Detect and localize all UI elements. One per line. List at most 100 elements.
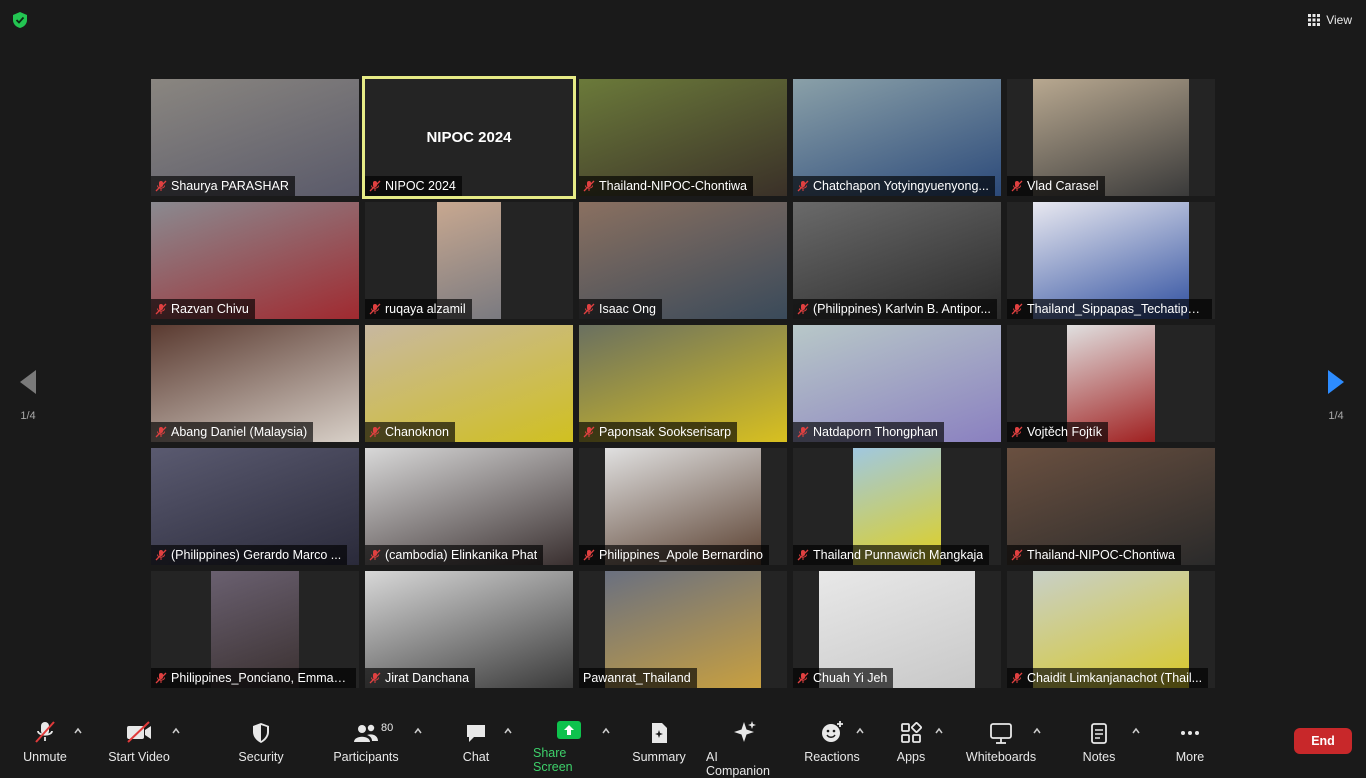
apps-button[interactable]: Apps bbox=[895, 720, 927, 764]
ai-companion-button[interactable]: AI Companion bbox=[706, 720, 784, 778]
participant-name-label: Chuah Yi Jeh bbox=[793, 668, 894, 688]
participant-tile[interactable]: Chatchapon Yotyingyuenyong... bbox=[793, 79, 1001, 196]
participant-name-label: Chaidit Limkanjanachot (Thail... bbox=[1007, 668, 1209, 688]
participant-name: Thailand Punnawich Mangkaja bbox=[813, 548, 984, 562]
participant-name-label: Abang Daniel (Malaysia) bbox=[151, 422, 314, 442]
whiteboard-icon bbox=[990, 723, 1012, 744]
summary-document-icon bbox=[652, 723, 667, 743]
mic-muted-icon bbox=[797, 549, 809, 561]
view-button[interactable]: View bbox=[1308, 10, 1352, 30]
next-page-button[interactable]: 1/4 bbox=[1326, 368, 1346, 422]
notes-options-caret-icon[interactable] bbox=[1131, 726, 1141, 736]
mic-muted-icon bbox=[155, 303, 167, 315]
participant-tile[interactable]: (Philippines) Karlvin B. Antipor... bbox=[793, 202, 1001, 319]
mic-muted-icon bbox=[155, 549, 167, 561]
more-button[interactable]: More bbox=[1174, 720, 1206, 764]
participant-name: Razvan Chivu bbox=[171, 302, 249, 316]
participant-name: (cambodia) Elinkanika Phat bbox=[385, 548, 538, 562]
mic-muted-icon bbox=[583, 426, 595, 438]
participant-tile[interactable]: Thailand-NIPOC-Chontiwa bbox=[1007, 448, 1215, 565]
chat-options-caret-icon[interactable] bbox=[503, 726, 513, 736]
participant-tile[interactable]: Thailand_Sippapas_Techatipak... bbox=[1007, 202, 1215, 319]
previous-page-button[interactable]: 1/4 bbox=[18, 368, 38, 422]
mic-muted-icon bbox=[369, 303, 381, 315]
more-dots-icon bbox=[1181, 731, 1199, 735]
end-meeting-button[interactable]: End bbox=[1294, 728, 1352, 754]
ai-companion-label: AI Companion bbox=[706, 750, 770, 778]
participant-tile[interactable]: Philippines_Apole Bernardino bbox=[579, 448, 787, 565]
mic-muted-icon bbox=[797, 303, 809, 315]
microphone-muted-icon bbox=[35, 721, 55, 743]
participant-tile[interactable]: Philippines_Ponciano, Emman... bbox=[151, 571, 359, 688]
participant-tile[interactable]: (cambodia) Elinkanika Phat bbox=[365, 448, 573, 565]
participant-name: Paponsak Sookserisarp bbox=[599, 425, 732, 439]
apps-options-caret-icon[interactable] bbox=[934, 726, 944, 736]
participant-name: ruqaya alzamil bbox=[385, 302, 466, 316]
participant-tile[interactable]: Natdaporn Thongphan bbox=[793, 325, 1001, 442]
participant-name-label: Philippines_Apole Bernardino bbox=[579, 545, 770, 565]
mic-muted-icon bbox=[797, 426, 809, 438]
participant-tile[interactable]: (Philippines) Gerardo Marco ... bbox=[151, 448, 359, 565]
participant-tile[interactable]: Chaidit Limkanjanachot (Thail... bbox=[1007, 571, 1215, 688]
participants-icon bbox=[354, 724, 378, 742]
participant-tile[interactable]: Thailand Punnawich Mangkaja bbox=[793, 448, 1001, 565]
encryption-shield-icon[interactable] bbox=[11, 11, 29, 29]
start-video-button[interactable]: Start Video bbox=[108, 720, 170, 764]
participant-tile[interactable]: Thailand-NIPOC-Chontiwa bbox=[579, 79, 787, 196]
mic-muted-icon bbox=[1011, 180, 1023, 192]
share-options-caret-icon[interactable] bbox=[601, 726, 611, 736]
participant-tile[interactable]: Isaac Ong bbox=[579, 202, 787, 319]
unmute-button[interactable]: Unmute bbox=[22, 720, 68, 764]
participant-name-label: ruqaya alzamil bbox=[365, 299, 472, 319]
participant-tile[interactable]: Vlad Carasel bbox=[1007, 79, 1215, 196]
participant-name: Philippines_Apole Bernardino bbox=[599, 548, 764, 562]
chat-button[interactable]: Chat bbox=[460, 720, 492, 764]
participant-tile[interactable]: ruqaya alzamil bbox=[365, 202, 573, 319]
page-indicator-left: 1/4 bbox=[20, 410, 36, 422]
participants-label: Participants bbox=[333, 750, 399, 764]
participant-name-label: Vojtěch Fojtík bbox=[1007, 422, 1109, 442]
ai-sparkle-icon bbox=[734, 721, 756, 742]
participant-tile[interactable]: Chanoknon bbox=[365, 325, 573, 442]
mic-muted-icon bbox=[369, 672, 381, 684]
start-video-label: Start Video bbox=[108, 750, 170, 764]
notes-button[interactable]: Notes bbox=[1082, 720, 1116, 764]
participant-name-label: Paponsak Sookserisarp bbox=[579, 422, 738, 442]
participant-tile[interactable]: Paponsak Sookserisarp bbox=[579, 325, 787, 442]
audio-options-caret-icon[interactable] bbox=[73, 726, 83, 736]
whiteboards-button[interactable]: Whiteboards bbox=[966, 720, 1036, 764]
page-indicator-right: 1/4 bbox=[1328, 410, 1344, 422]
participant-name: Vlad Carasel bbox=[1027, 179, 1099, 193]
participant-tile[interactable]: Pawanrat_Thailand bbox=[579, 571, 787, 688]
participant-tile[interactable]: Razvan Chivu bbox=[151, 202, 359, 319]
mic-muted-icon bbox=[797, 672, 809, 684]
participant-name-label: Razvan Chivu bbox=[151, 299, 255, 319]
participant-tile[interactable]: Abang Daniel (Malaysia) bbox=[151, 325, 359, 442]
security-button[interactable]: Security bbox=[236, 720, 286, 764]
mic-muted-icon bbox=[155, 180, 167, 192]
participant-name: Pawanrat_Thailand bbox=[583, 671, 691, 685]
arrow-right-icon bbox=[1328, 370, 1344, 394]
participant-tile[interactable]: Vojtěch Fojtík bbox=[1007, 325, 1215, 442]
participants-button[interactable]: 80 Participants bbox=[333, 720, 399, 764]
share-screen-button[interactable]: Share Screen bbox=[533, 720, 605, 774]
video-options-caret-icon[interactable] bbox=[171, 726, 181, 736]
participant-tile[interactable]: Jirat Danchana bbox=[365, 571, 573, 688]
mic-muted-icon bbox=[369, 426, 381, 438]
participant-tile[interactable]: NIPOC 2024 NIPOC 2024 bbox=[362, 76, 576, 199]
participants-options-caret-icon[interactable] bbox=[413, 726, 423, 736]
participant-tile[interactable]: Shaurya PARASHAR bbox=[151, 79, 359, 196]
reactions-options-caret-icon[interactable] bbox=[855, 726, 865, 736]
participant-name-label: Thailand Punnawich Mangkaja bbox=[793, 545, 990, 565]
mic-muted-icon bbox=[1011, 303, 1023, 315]
whiteboards-options-caret-icon[interactable] bbox=[1032, 726, 1042, 736]
view-label: View bbox=[1326, 13, 1352, 27]
participant-name: Philippines_Ponciano, Emman... bbox=[171, 671, 350, 685]
reactions-button[interactable]: Reactions bbox=[804, 720, 860, 764]
mic-muted-icon bbox=[155, 672, 167, 684]
participant-tile[interactable]: Chuah Yi Jeh bbox=[793, 571, 1001, 688]
participant-name: Jirat Danchana bbox=[385, 671, 470, 685]
summary-button[interactable]: Summary bbox=[632, 720, 686, 764]
emoji-reaction-icon bbox=[822, 721, 843, 742]
security-label: Security bbox=[238, 750, 284, 764]
